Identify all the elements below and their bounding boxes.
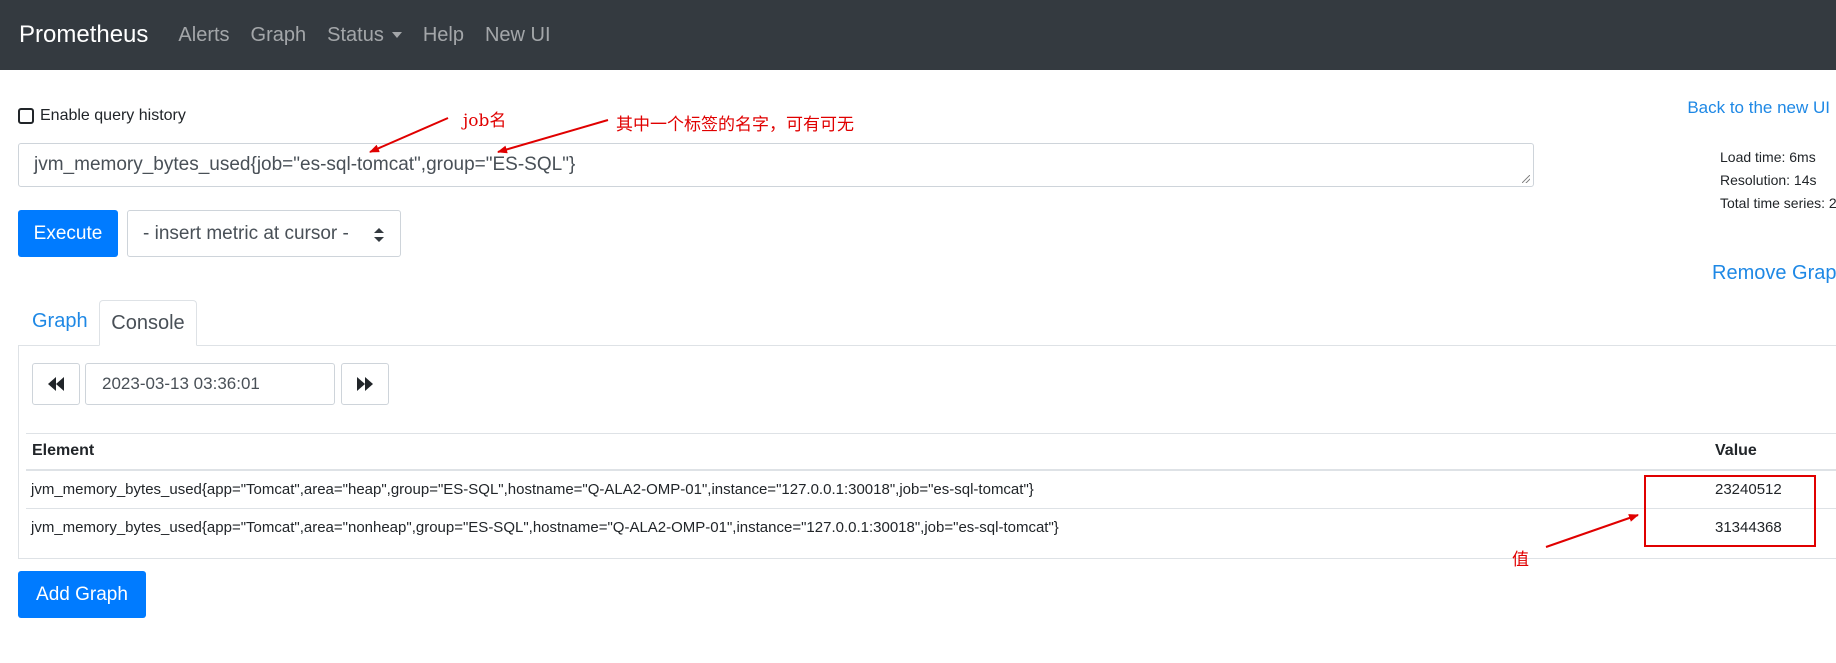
- table-row-divider: [26, 508, 1836, 509]
- table-top-divider: [26, 433, 1836, 434]
- caret-down-icon: [391, 32, 402, 38]
- resize-grip-icon[interactable]: [1522, 175, 1530, 183]
- time-forward-button[interactable]: [341, 363, 389, 405]
- fast-backward-icon: [48, 377, 64, 391]
- nav-status-dropdown[interactable]: Status: [327, 24, 402, 47]
- column-header-value: Value: [1715, 442, 1757, 459]
- nav-status-label: Status: [327, 23, 384, 46]
- load-time-text: Load time: 6ms: [1720, 149, 1816, 165]
- row-2-element: jvm_memory_bytes_used{app="Tomcat",area=…: [31, 519, 1059, 536]
- eval-time-input[interactable]: 2023-03-13 03:36:01: [85, 363, 335, 405]
- annotation-arrows: [369, 117, 1639, 548]
- expression-text: jvm_memory_bytes_used{job="es-sql-tomcat…: [34, 154, 576, 175]
- fast-forward-icon: [357, 377, 373, 391]
- annotation-value: 值: [1512, 550, 1529, 570]
- insert-metric-select[interactable]: - insert metric at cursor -: [127, 210, 401, 257]
- execute-button[interactable]: Execute: [18, 210, 118, 257]
- total-series-text: Total time series: 2: [1720, 195, 1836, 211]
- annotation-label-name: 其中一个标签的名字，可有可无: [616, 115, 854, 135]
- annotation-job-name: job名: [463, 111, 507, 131]
- insert-metric-select-value: - insert metric at cursor -: [143, 222, 349, 244]
- time-back-button[interactable]: [32, 363, 80, 405]
- query-history-checkbox[interactable]: [18, 108, 34, 124]
- row-1-element: jvm_memory_bytes_used{app="Tomcat",area=…: [31, 481, 1034, 498]
- nav-new-ui[interactable]: New UI: [485, 24, 551, 47]
- brand-link[interactable]: Prometheus: [19, 21, 148, 49]
- nav-graph[interactable]: Graph: [251, 24, 307, 47]
- query-history-toggle[interactable]: Enable query history: [18, 107, 186, 125]
- value-highlight-box: [1644, 475, 1816, 547]
- nav-help[interactable]: Help: [423, 24, 464, 47]
- top-navbar: Prometheus Alerts Graph Status Help New …: [0, 0, 1836, 70]
- remove-graph-link[interactable]: Remove Graph: [1712, 262, 1836, 285]
- table-header-divider: [26, 469, 1836, 471]
- back-to-new-ui-link[interactable]: Back to the new UI: [1687, 98, 1830, 118]
- column-header-element: Element: [32, 442, 95, 459]
- resolution-text: Resolution: 14s: [1720, 172, 1817, 188]
- query-stats: Load time: 6ms Resolution: 14s Total tim…: [1720, 146, 1836, 215]
- select-arrows-icon: [374, 228, 384, 242]
- expression-input[interactable]: jvm_memory_bytes_used{job="es-sql-tomcat…: [18, 143, 1534, 187]
- nav-alerts[interactable]: Alerts: [178, 24, 229, 47]
- add-graph-button[interactable]: Add Graph: [18, 571, 146, 618]
- tab-graph[interactable]: Graph: [32, 310, 88, 333]
- tab-console[interactable]: Console: [99, 300, 197, 346]
- query-history-label: Enable query history: [40, 107, 186, 124]
